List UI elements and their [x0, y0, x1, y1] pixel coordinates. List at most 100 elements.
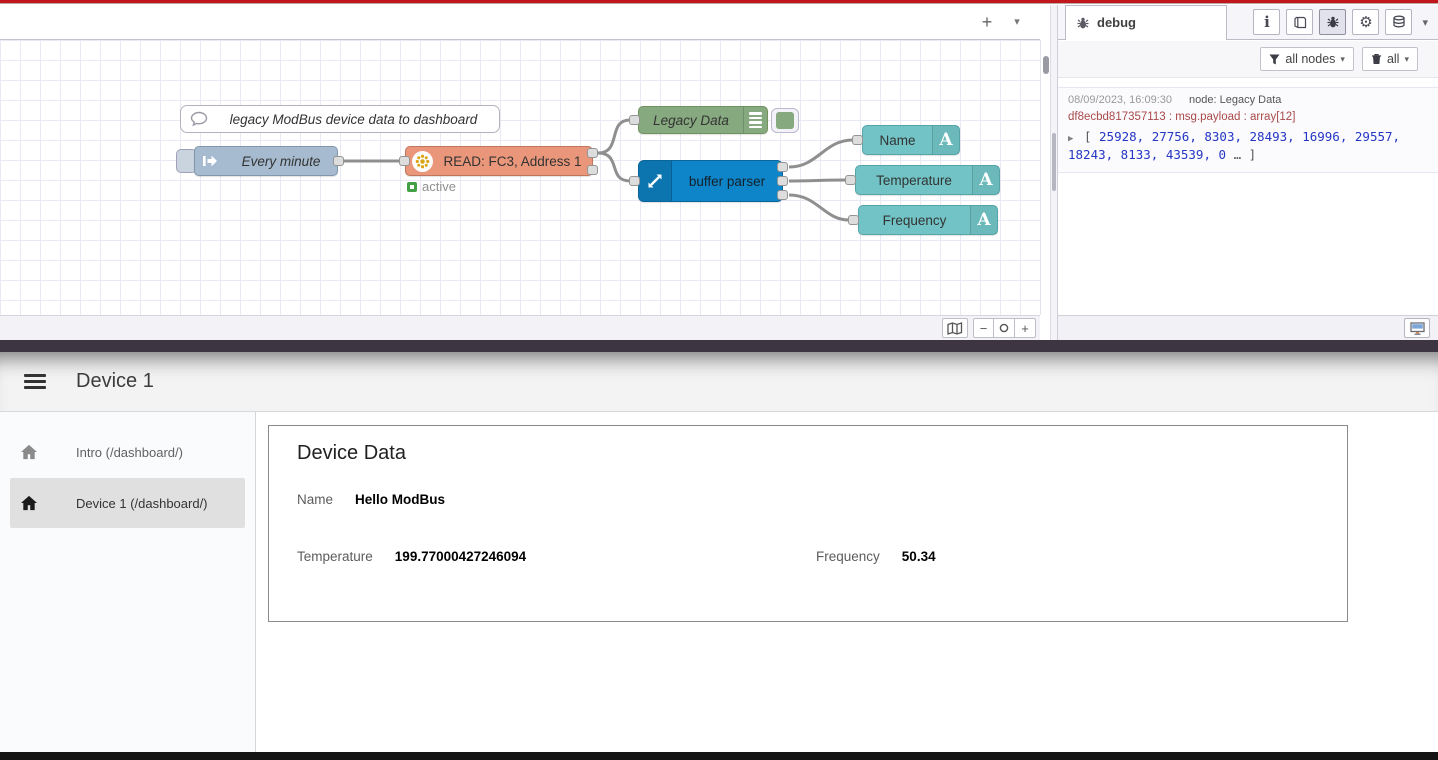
message-timestamp: 08/09/2023, 16:09:30: [1068, 94, 1172, 106]
status-dot-icon: [407, 182, 417, 192]
text-node-frequency-label: Frequency: [859, 213, 970, 228]
parser-output-port-2[interactable]: [777, 176, 788, 186]
modbus-node-label: READ: FC3, Address 1: [433, 154, 592, 169]
sidebar-item-device1[interactable]: Device 1 (/dashboard/): [10, 478, 245, 528]
debug-enable-toggle[interactable]: [771, 108, 799, 133]
payload-ellipsis: …: [1234, 147, 1242, 162]
chevron-down-icon: ▾: [1404, 54, 1409, 65]
home-icon: [20, 444, 38, 460]
text-widget-icon: A: [932, 126, 959, 154]
window-divider: [0, 340, 1438, 352]
dashboard-content: Device Data Name Hello ModBus Temperatur…: [256, 412, 1438, 752]
menu-hamburger-icon[interactable]: [24, 374, 46, 389]
debug-message-list[interactable]: 08/09/2023, 16:09:30 node: Legacy Data d…: [1058, 78, 1438, 315]
sidebar-tab-bar: debug i ⚙ ▾: [1058, 5, 1438, 40]
debug-flow-node[interactable]: Legacy Data: [638, 106, 768, 134]
comment-node-label: legacy ModBus device data to dashboard: [208, 112, 499, 127]
field-label: Frequency: [816, 549, 880, 564]
sidebar-icon-buttons: i ⚙ ▾: [1253, 9, 1438, 35]
zoom-reset-button[interactable]: [994, 318, 1015, 338]
text-frequency-input-port[interactable]: [848, 215, 859, 225]
bug-icon: [1076, 16, 1090, 30]
status-text: active: [422, 179, 456, 194]
debug-message[interactable]: 08/09/2023, 16:09:30 node: Legacy Data d…: [1058, 87, 1438, 173]
context-data-button[interactable]: [1385, 9, 1412, 35]
text-widget-icon: A: [970, 206, 997, 234]
debug-input-port[interactable]: [629, 115, 640, 125]
modbus-input-port[interactable]: [399, 156, 410, 166]
buffer-parser-node[interactable]: buffer parser: [638, 160, 783, 202]
monitor-icon: [1410, 322, 1425, 335]
buffer-parser-label: buffer parser: [672, 174, 782, 189]
debug-message-meta: 08/09/2023, 16:09:30 node: Legacy Data: [1068, 94, 1428, 106]
sidebar-item-label: Device 1 (/dashboard/): [76, 496, 208, 511]
database-icon: [1392, 15, 1406, 29]
speech-bubble-icon: [190, 111, 208, 127]
dashboard-title: Device 1: [76, 370, 154, 393]
modbus-output-port-1[interactable]: [587, 148, 598, 158]
message-source-node[interactable]: node: Legacy Data: [1189, 94, 1281, 106]
debug-filter-button[interactable]: all nodes ▾: [1260, 47, 1354, 71]
zoom-out-button[interactable]: −: [973, 318, 994, 338]
comment-node[interactable]: legacy ModBus device data to dashboard: [180, 105, 500, 133]
filter-label: all nodes: [1285, 52, 1335, 66]
zoom-in-button[interactable]: +: [1015, 318, 1036, 338]
debug-clear-button[interactable]: all ▾: [1362, 47, 1418, 71]
dashboard-header: Device 1: [0, 352, 1438, 412]
inject-node-label: Every minute: [225, 154, 337, 169]
debug-toolbar: all nodes ▾ all ▾: [1058, 41, 1438, 78]
text-node-name[interactable]: Name A: [862, 125, 960, 155]
debug-tab-button[interactable]: [1319, 9, 1346, 35]
field-value: 199.77000427246094: [395, 549, 526, 564]
card-title: Device Data: [297, 442, 406, 465]
field-name: Name Hello ModBus: [297, 492, 445, 507]
sidebar-item-intro[interactable]: Intro (/dashboard/): [10, 427, 245, 477]
sidebar-resize-handle[interactable]: [1050, 5, 1058, 340]
sidebar-menu-chevron-icon[interactable]: ▾: [1418, 16, 1432, 29]
debug-footer: [1058, 315, 1438, 340]
parser-input-port[interactable]: [629, 176, 640, 186]
editor-footer: − +: [0, 315, 1040, 340]
inject-output-port[interactable]: [333, 156, 344, 166]
payload-close-bracket: ]: [1249, 147, 1257, 162]
text-node-frequency[interactable]: Frequency A: [858, 205, 998, 235]
debug-sidebar: debug i ⚙ ▾ a: [1058, 5, 1438, 340]
scrollbar-thumb[interactable]: [1043, 56, 1049, 74]
modbus-read-node[interactable]: READ: FC3, Address 1: [405, 146, 593, 176]
add-flow-button[interactable]: +: [972, 10, 1002, 34]
info-tab-button[interactable]: i: [1253, 9, 1280, 35]
trash-icon: [1371, 53, 1382, 65]
navigator-button[interactable]: [942, 318, 968, 338]
bug-icon: [1326, 15, 1340, 29]
help-tab-button[interactable]: [1286, 9, 1313, 35]
open-in-window-button[interactable]: [1404, 318, 1430, 338]
flow-canvas[interactable]: legacy ModBus device data to dashboard E…: [0, 40, 1040, 315]
expand-caret-icon[interactable]: ▶: [1068, 134, 1073, 144]
device-data-card: Device Data Name Hello ModBus Temperatur…: [268, 425, 1348, 622]
gear-icon: ⚙: [1359, 13, 1372, 31]
debug-list-icon: [743, 107, 767, 133]
modbus-output-port-2[interactable]: [587, 165, 598, 175]
field-frequency: Frequency 50.34: [816, 549, 936, 564]
text-name-input-port[interactable]: [852, 135, 863, 145]
funnel-icon: [1269, 54, 1280, 65]
field-label: Name: [297, 492, 333, 507]
sidebar-grip[interactable]: [1052, 133, 1056, 191]
config-nodes-button[interactable]: ⚙: [1352, 9, 1379, 35]
parser-output-port-1[interactable]: [777, 162, 788, 172]
field-temperature: Temperature 199.77000427246094: [297, 549, 526, 564]
debug-tab[interactable]: debug: [1065, 5, 1227, 40]
flow-list-chevron-icon[interactable]: ▾: [1002, 10, 1032, 34]
text-node-temperature[interactable]: Temperature A: [855, 165, 1000, 195]
text-temperature-input-port[interactable]: [845, 175, 856, 185]
clear-label: all: [1387, 52, 1400, 66]
book-icon: [1293, 16, 1307, 29]
text-node-temperature-label: Temperature: [856, 173, 972, 188]
dashboard-sidebar: Intro (/dashboard/) Device 1 (/dashboard…: [0, 412, 256, 752]
inject-node[interactable]: Every minute: [194, 146, 338, 176]
parser-output-port-3[interactable]: [777, 190, 788, 200]
text-node-name-label: Name: [863, 133, 932, 148]
workspace-scrollbar[interactable]: [1040, 40, 1050, 315]
flow-tab-bar: + ▾: [0, 5, 1040, 40]
inject-icon: [195, 147, 225, 175]
